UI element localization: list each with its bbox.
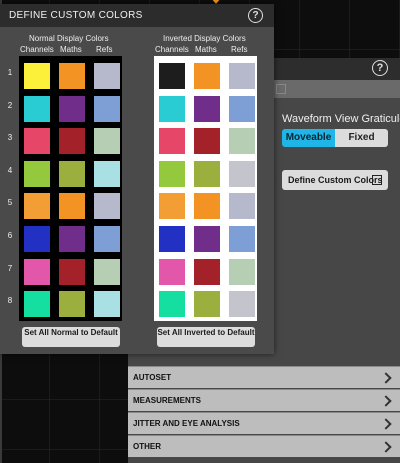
inverted-math-2-swatch[interactable] xyxy=(194,95,220,122)
inverted-ref-1-swatch[interactable] xyxy=(229,63,255,89)
chevron-right-icon xyxy=(380,395,392,407)
normal-col-channels: Channels xyxy=(20,45,54,54)
accordion-label: OTHER xyxy=(133,442,161,451)
inverted-ref-3-swatch[interactable] xyxy=(229,128,255,155)
help-icon[interactable]: ? xyxy=(372,60,388,76)
inverted-channel-1-swatch[interactable] xyxy=(159,63,185,89)
normal-ref-7-swatch[interactable] xyxy=(94,258,120,285)
dialog-header: DEFINE CUSTOM COLORS ? xyxy=(0,4,274,27)
row-number: 5 xyxy=(7,198,13,208)
inverted-section-title: Inverted Display Colors xyxy=(163,34,246,43)
normal-ref-8-swatch[interactable] xyxy=(94,291,120,318)
inverted-math-6-swatch[interactable] xyxy=(194,226,220,252)
inverted-channel-8-swatch[interactable] xyxy=(159,291,185,318)
normal-channel-6-swatch[interactable] xyxy=(24,226,50,252)
normal-math-7-swatch[interactable] xyxy=(59,258,85,285)
help-icon[interactable]: ? xyxy=(248,8,263,23)
external-window-icon xyxy=(372,175,382,185)
inverted-ref-4-swatch[interactable] xyxy=(229,160,255,187)
normal-channel-2-swatch[interactable] xyxy=(24,95,50,122)
accordion-label: AUTOSET xyxy=(133,373,172,382)
chevron-right-icon xyxy=(380,418,392,430)
set-all-inverted-default-button[interactable]: Set All Inverted to Default xyxy=(157,327,255,347)
normal-section-title: Normal Display Colors xyxy=(29,34,109,43)
inverted-math-8-swatch[interactable] xyxy=(194,291,220,318)
normal-color-grid xyxy=(19,56,122,321)
row-number: 4 xyxy=(7,165,13,175)
faint-icon xyxy=(276,84,286,94)
define-custom-colors-label: Define Custom Colors xyxy=(288,175,383,185)
normal-math-1-swatch[interactable] xyxy=(59,63,85,89)
normal-col-maths: Maths xyxy=(60,45,82,54)
inverted-channel-2-swatch[interactable] xyxy=(159,95,185,122)
inverted-channel-6-swatch[interactable] xyxy=(159,226,185,252)
normal-channel-4-swatch[interactable] xyxy=(24,160,50,187)
inverted-col-refs: Refs xyxy=(231,45,248,54)
normal-channel-1-swatch[interactable] xyxy=(24,63,50,89)
inverted-col-maths: Maths xyxy=(195,45,217,54)
graticule-option-moveable[interactable]: Moveable xyxy=(282,129,335,147)
inverted-math-7-swatch[interactable] xyxy=(194,258,220,285)
row-number: 3 xyxy=(7,133,13,143)
row-number: 8 xyxy=(7,296,13,306)
normal-ref-4-swatch[interactable] xyxy=(94,160,120,187)
normal-col-refs: Refs xyxy=(96,45,113,54)
inverted-channel-3-swatch[interactable] xyxy=(159,128,185,155)
inverted-math-3-swatch[interactable] xyxy=(194,128,220,155)
accordion-other[interactable]: OTHER xyxy=(128,435,400,457)
normal-channel-7-swatch[interactable] xyxy=(24,258,50,285)
inverted-color-grid xyxy=(154,56,257,321)
normal-channel-5-swatch[interactable] xyxy=(24,193,50,220)
chevron-right-icon xyxy=(380,441,392,453)
normal-math-8-swatch[interactable] xyxy=(59,291,85,318)
accordion-measurements[interactable]: MEASUREMENTS xyxy=(128,389,400,411)
inverted-col-channels: Channels xyxy=(155,45,189,54)
graticule-toggle[interactable]: Moveable Fixed xyxy=(282,129,388,147)
define-custom-colors-button[interactable]: Define Custom Colors xyxy=(282,170,388,190)
normal-ref-6-swatch[interactable] xyxy=(94,226,120,252)
chevron-right-icon xyxy=(380,372,392,384)
inverted-ref-8-swatch[interactable] xyxy=(229,291,255,318)
inverted-ref-5-swatch[interactable] xyxy=(229,193,255,220)
dialog-title: DEFINE CUSTOM COLORS xyxy=(9,10,143,21)
row-number: 7 xyxy=(7,263,13,273)
row-number: 1 xyxy=(7,68,13,77)
row-number: 2 xyxy=(7,100,13,110)
normal-channel-8-swatch[interactable] xyxy=(24,291,50,318)
inverted-channel-4-swatch[interactable] xyxy=(159,160,185,187)
normal-ref-2-swatch[interactable] xyxy=(94,95,120,122)
accordion-autoset[interactable]: AUTOSET xyxy=(128,366,400,388)
accordion-jitter-eye[interactable]: JITTER AND EYE ANALYSIS xyxy=(128,412,400,434)
normal-ref-3-swatch[interactable] xyxy=(94,128,120,155)
callout-pointer xyxy=(274,172,282,188)
normal-math-2-swatch[interactable] xyxy=(59,95,85,122)
normal-channel-3-swatch[interactable] xyxy=(24,128,50,155)
accordion-label: JITTER AND EYE ANALYSIS xyxy=(133,419,240,428)
accordion-label: MEASUREMENTS xyxy=(133,396,202,405)
inverted-channel-5-swatch[interactable] xyxy=(159,193,185,220)
normal-math-3-swatch[interactable] xyxy=(59,128,85,155)
inverted-channel-7-swatch[interactable] xyxy=(159,258,185,285)
inverted-math-1-swatch[interactable] xyxy=(194,63,220,89)
normal-ref-1-swatch[interactable] xyxy=(94,63,120,89)
normal-math-6-swatch[interactable] xyxy=(59,226,85,252)
graticule-label: Waveform View Graticule xyxy=(282,113,400,125)
inverted-ref-7-swatch[interactable] xyxy=(229,258,255,285)
normal-ref-5-swatch[interactable] xyxy=(94,193,120,220)
normal-math-4-swatch[interactable] xyxy=(59,160,85,187)
inverted-ref-2-swatch[interactable] xyxy=(229,95,255,122)
graticule-option-fixed[interactable]: Fixed xyxy=(335,129,388,147)
inverted-math-5-swatch[interactable] xyxy=(194,193,220,220)
define-custom-colors-dialog: DEFINE CUSTOM COLORS ? Normal Display Co… xyxy=(0,4,274,354)
row-number: 6 xyxy=(7,231,13,240)
set-all-normal-default-button[interactable]: Set All Normal to Default xyxy=(22,327,120,347)
inverted-math-4-swatch[interactable] xyxy=(194,160,220,187)
normal-math-5-swatch[interactable] xyxy=(59,193,85,220)
inverted-ref-6-swatch[interactable] xyxy=(229,226,255,252)
